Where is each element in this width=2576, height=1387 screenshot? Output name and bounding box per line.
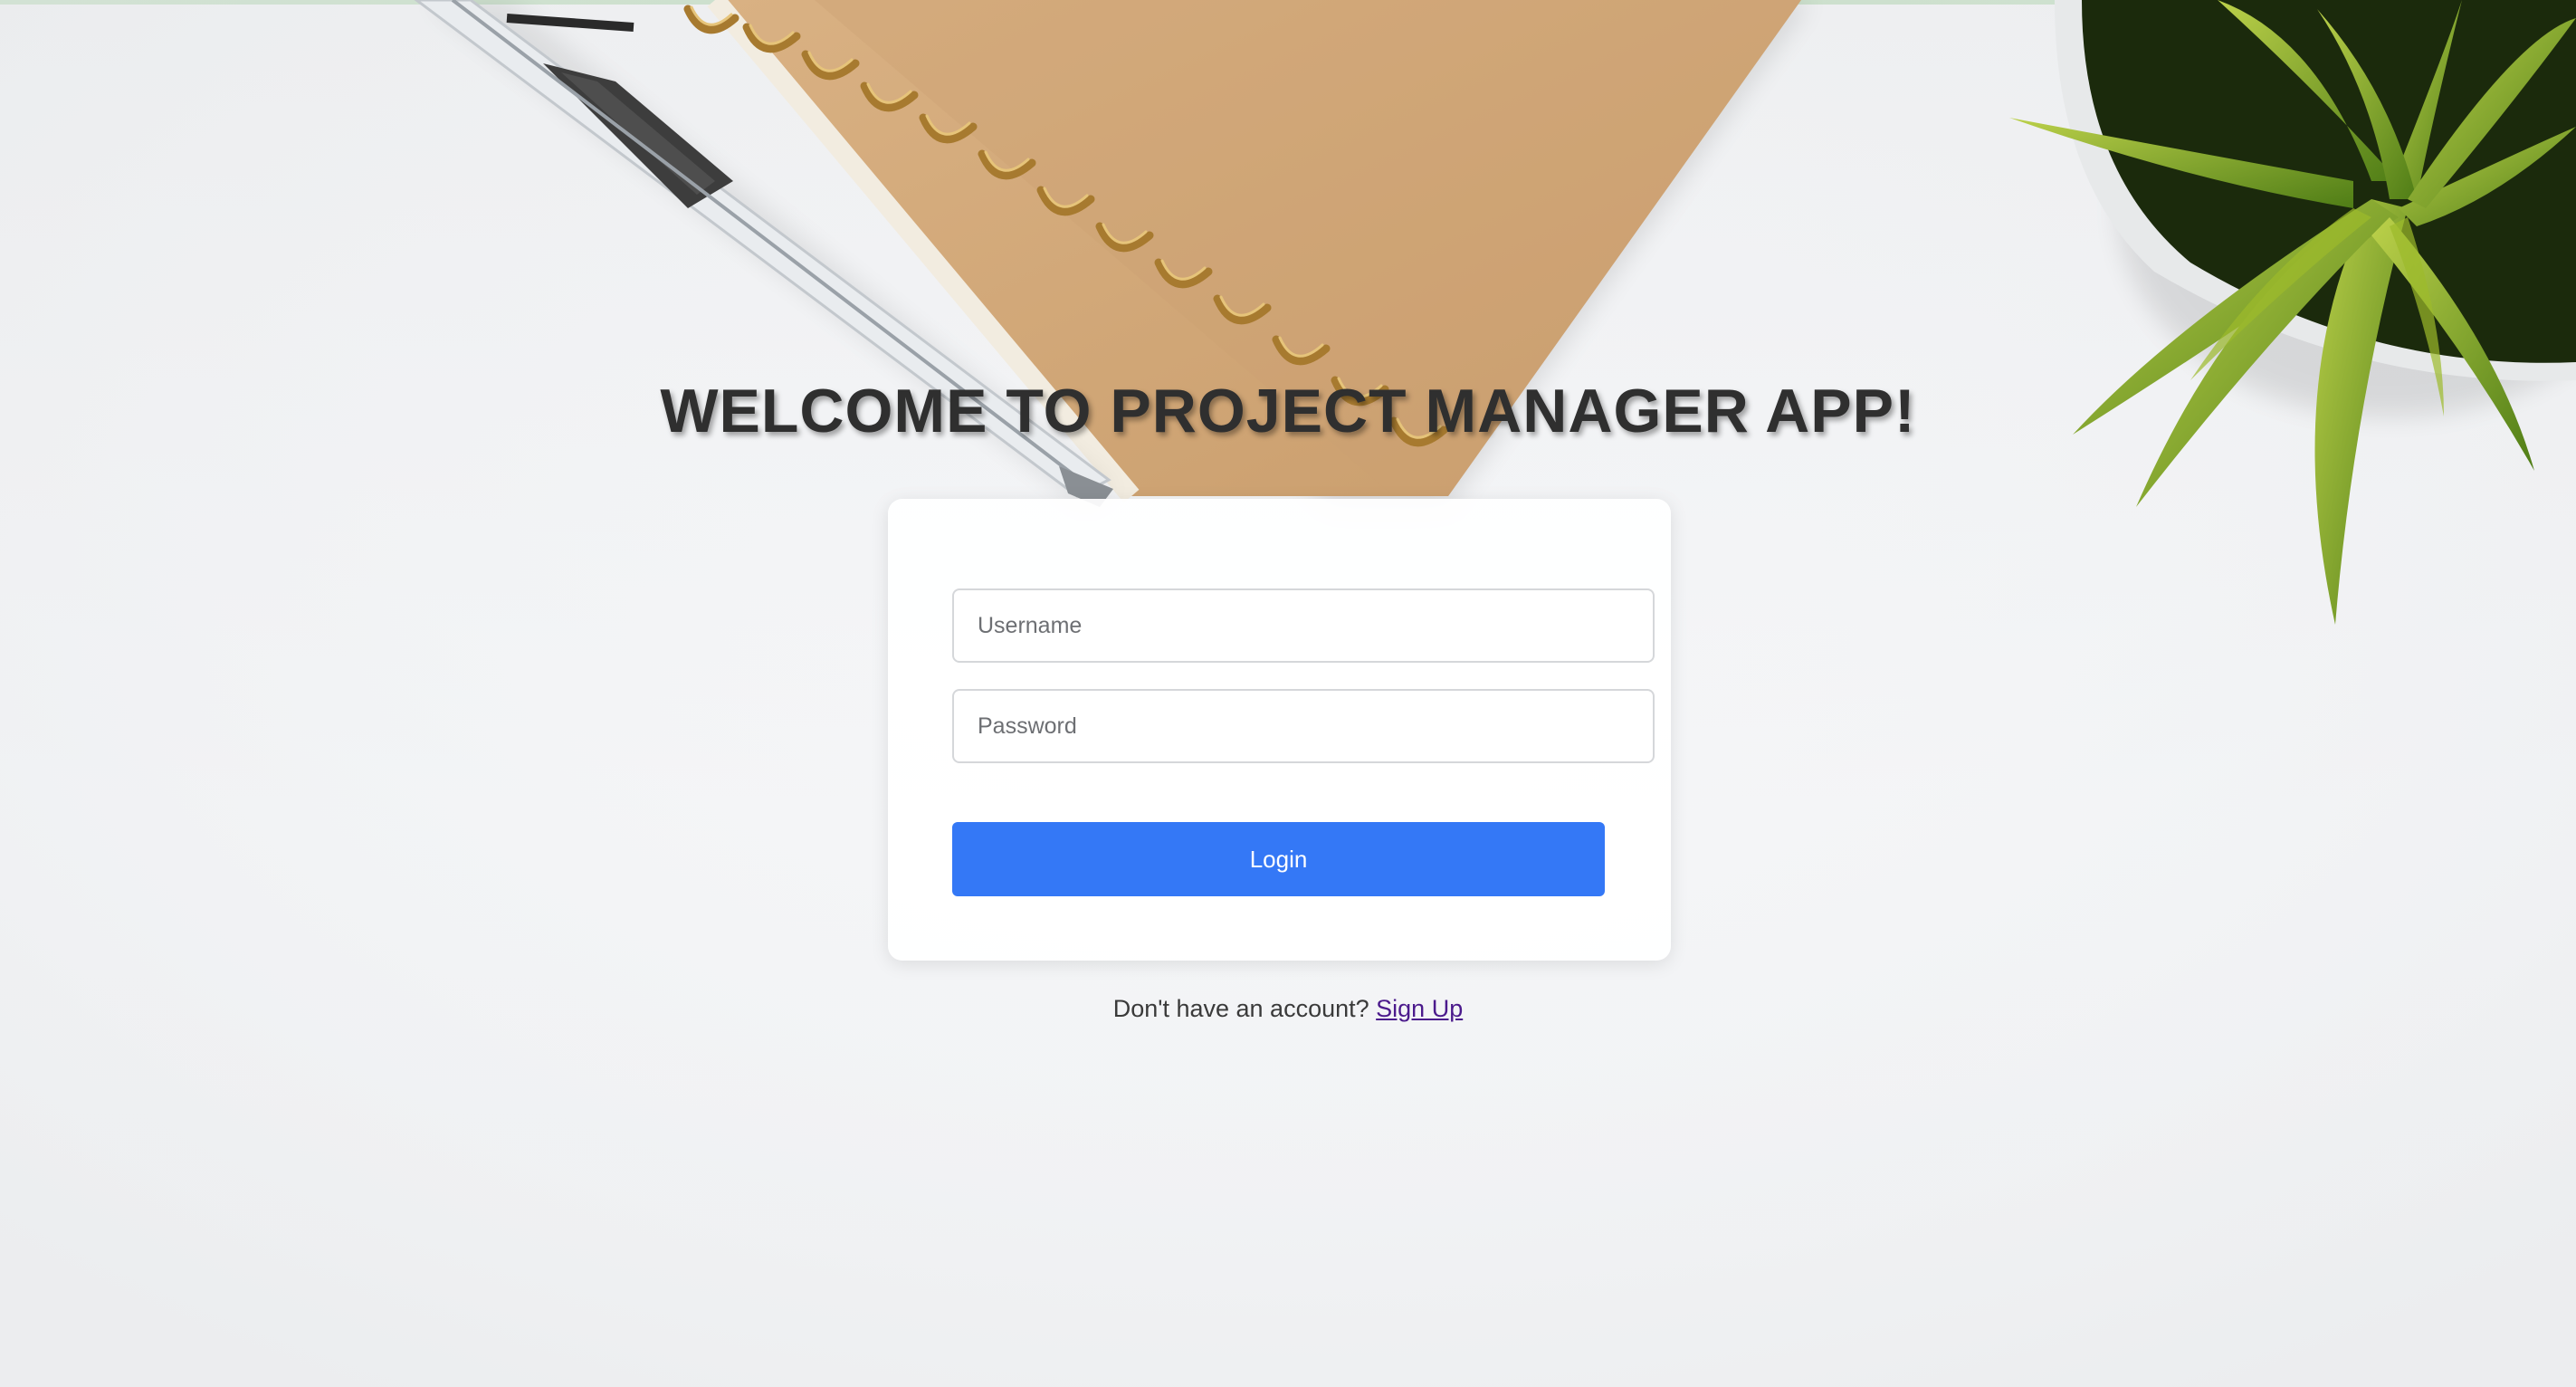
- signup-prompt-row: Don't have an account? Sign Up: [0, 995, 2576, 1023]
- login-button[interactable]: Login: [952, 822, 1605, 896]
- signup-prompt-text: Don't have an account?: [1112, 995, 1369, 1022]
- username-input[interactable]: [952, 588, 1655, 663]
- login-page: WELCOME TO PROJECT MANAGER APP! Login Do…: [0, 0, 2576, 1387]
- login-card: Login: [888, 499, 1671, 961]
- page-title: WELCOME TO PROJECT MANAGER APP!: [660, 377, 1916, 445]
- password-input[interactable]: [952, 689, 1655, 763]
- signup-link[interactable]: Sign Up: [1376, 995, 1463, 1022]
